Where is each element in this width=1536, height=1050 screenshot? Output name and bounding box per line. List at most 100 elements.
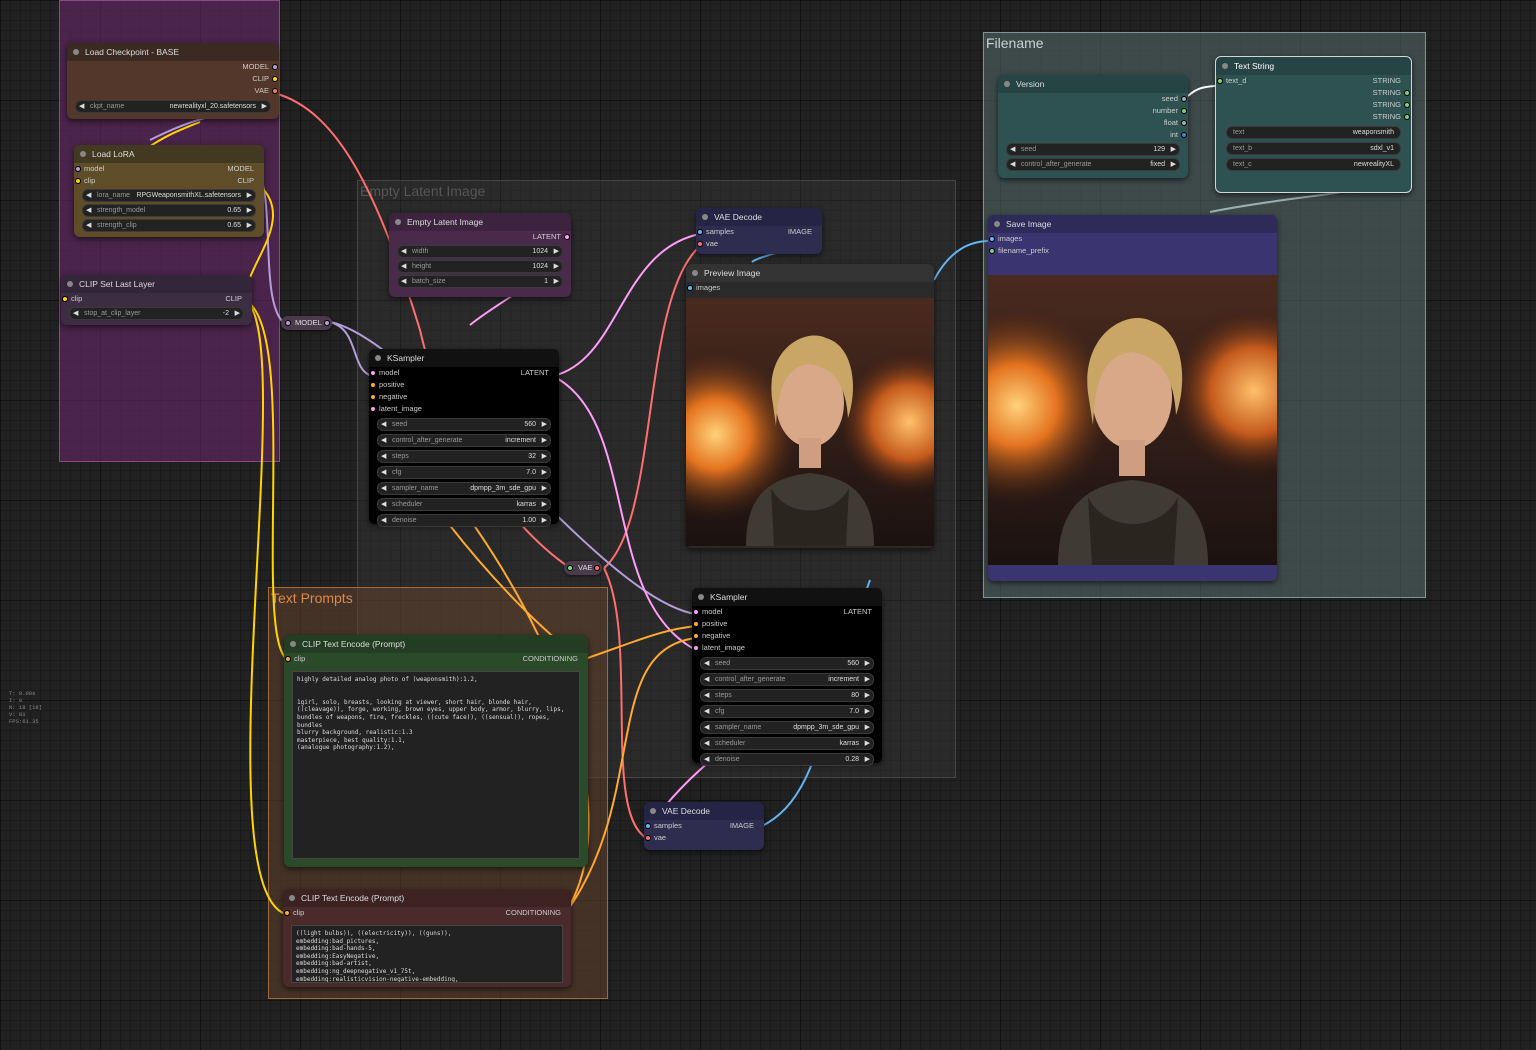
collapse-dot-icon[interactable]: [650, 808, 656, 814]
reroute-vae[interactable]: VAE: [564, 561, 603, 575]
widget-steps[interactable]: ◀ steps 80 ▶: [700, 689, 874, 702]
output-number[interactable]: number: [998, 105, 1188, 117]
io-row-clip[interactable]: clip CONDITIONING: [284, 653, 588, 665]
output-socket-icon[interactable]: [564, 234, 570, 240]
io-row-text-d[interactable]: text_d STRING: [1216, 75, 1411, 87]
node-load-lora[interactable]: Load LoRA model MODEL clip CLIP ◀ lora_na…: [74, 145, 264, 237]
output-model[interactable]: MODEL: [67, 61, 279, 73]
output-socket-icon[interactable]: [370, 370, 376, 376]
output-socket-icon[interactable]: [284, 910, 290, 916]
arrow-right-icon[interactable]: ▶: [865, 658, 870, 669]
node-title[interactable]: Preview Image: [686, 264, 934, 282]
widget-text-c[interactable]: text_c newrealityXL: [1226, 158, 1401, 171]
input-filename-prefix[interactable]: filename_prefix: [988, 245, 1277, 257]
node-title[interactable]: CLIP Text Encode (Prompt): [284, 635, 588, 653]
output-socket-icon[interactable]: [1181, 96, 1187, 102]
output-socket-icon[interactable]: [62, 296, 68, 302]
widget-height[interactable]: ◀ height 1024 ▶: [397, 260, 563, 273]
arrow-left-icon[interactable]: ◀: [381, 419, 386, 430]
node-save-image[interactable]: Save Image images filename_prefix: [988, 215, 1277, 581]
output-socket-icon[interactable]: [1404, 114, 1410, 120]
node-title[interactable]: Load Checkpoint - BASE: [67, 43, 279, 61]
arrow-left-icon[interactable]: ◀: [86, 220, 91, 231]
input-images[interactable]: images: [988, 233, 1277, 245]
input-socket-icon[interactable]: [693, 621, 699, 627]
io-row-samples[interactable]: samples IMAGE: [696, 226, 822, 238]
output-socket-icon[interactable]: [272, 64, 278, 70]
input-negative[interactable]: negative: [692, 630, 882, 642]
widget-steps[interactable]: ◀ steps 32 ▶: [377, 450, 551, 463]
input-negative[interactable]: negative: [369, 391, 559, 403]
arrow-right-icon[interactable]: ▶: [865, 754, 870, 765]
widget-ckpt-name[interactable]: ◀ ckpt_name newrealityxl_20.safetensors …: [75, 100, 271, 113]
arrow-left-icon[interactable]: ◀: [401, 246, 406, 257]
widget-seed[interactable]: ◀ seed 129 ▶: [1006, 143, 1180, 156]
input-socket-icon[interactable]: [693, 633, 699, 639]
arrow-right-icon[interactable]: ▶: [865, 738, 870, 749]
output-socket-icon[interactable]: [272, 88, 278, 94]
widget-control-after-generate[interactable]: ◀ control_after_generate increment ▶: [377, 434, 551, 447]
arrow-right-icon[interactable]: ▶: [247, 205, 252, 216]
output-socket-icon[interactable]: [323, 320, 330, 326]
output-socket-icon[interactable]: [75, 178, 81, 184]
input-socket-icon[interactable]: [645, 835, 651, 841]
output-float[interactable]: float: [998, 117, 1188, 129]
input-positive[interactable]: positive: [369, 379, 559, 391]
arrow-right-icon[interactable]: ▶: [542, 451, 547, 462]
arrow-left-icon[interactable]: ◀: [704, 738, 709, 749]
output-socket-icon[interactable]: [594, 565, 601, 571]
arrow-left-icon[interactable]: ◀: [381, 499, 386, 510]
arrow-right-icon[interactable]: ▶: [235, 308, 240, 319]
input-vae[interactable]: vae: [696, 238, 822, 250]
collapse-dot-icon[interactable]: [994, 221, 1000, 227]
widget-denoise[interactable]: ◀ denoise 1.00 ▶: [377, 514, 551, 527]
node-title[interactable]: Empty Latent Image: [389, 213, 571, 231]
arrow-left-icon[interactable]: ◀: [704, 722, 709, 733]
arrow-right-icon[interactable]: ▶: [554, 246, 559, 257]
widget-lora-name[interactable]: ◀ lora_name RPGWeaponsmithXL.safetensors ▶: [82, 189, 256, 202]
output-socket-icon[interactable]: [75, 166, 81, 172]
io-row-model[interactable]: model LATENT: [369, 367, 559, 379]
node-title[interactable]: Save Image: [988, 215, 1277, 233]
input-socket-icon[interactable]: [697, 241, 703, 247]
io-row-samples[interactable]: samples IMAGE: [644, 820, 764, 832]
arrow-right-icon[interactable]: ▶: [865, 690, 870, 701]
widget-cfg[interactable]: ◀ cfg 7.0 ▶: [700, 705, 874, 718]
output-socket-icon[interactable]: [645, 823, 651, 829]
output-string-2[interactable]: STRING: [1216, 87, 1411, 99]
arrow-right-icon[interactable]: ▶: [1171, 159, 1176, 170]
arrow-left-icon[interactable]: ◀: [704, 690, 709, 701]
widget-text-b[interactable]: text_b sdxl_v1: [1226, 142, 1401, 155]
input-vae[interactable]: vae: [644, 832, 764, 844]
input-socket-icon[interactable]: [693, 645, 699, 651]
reroute-model[interactable]: MODEL: [281, 316, 332, 330]
input-socket-icon[interactable]: [687, 285, 693, 291]
widget-sampler-name[interactable]: ◀ sampler_name dpmpp_3m_sde_gpu ▶: [377, 482, 551, 495]
arrow-left-icon[interactable]: ◀: [86, 190, 91, 201]
arrow-right-icon[interactable]: ▶: [542, 515, 547, 526]
collapse-dot-icon[interactable]: [395, 219, 401, 225]
widget-strength-model[interactable]: ◀ strength_model 0.65 ▶: [82, 204, 256, 217]
collapse-dot-icon[interactable]: [698, 594, 704, 600]
arrow-left-icon[interactable]: ◀: [381, 467, 386, 478]
arrow-left-icon[interactable]: ◀: [381, 515, 386, 526]
arrow-left-icon[interactable]: ◀: [704, 658, 709, 669]
arrow-left-icon[interactable]: ◀: [79, 101, 84, 112]
arrow-left-icon[interactable]: ◀: [401, 276, 406, 287]
widget-width[interactable]: ◀ width 1024 ▶: [397, 245, 563, 258]
widget-denoise[interactable]: ◀ denoise 0.28 ▶: [700, 753, 874, 766]
widget-text[interactable]: text weaponsmith: [1226, 126, 1401, 139]
arrow-left-icon[interactable]: ◀: [86, 205, 91, 216]
arrow-left-icon[interactable]: ◀: [1010, 144, 1015, 155]
input-socket-icon[interactable]: [370, 394, 376, 400]
node-vae-decode-2[interactable]: VAE Decode samples IMAGE vae: [644, 802, 764, 850]
arrow-left-icon[interactable]: ◀: [73, 308, 78, 319]
node-title[interactable]: Text String: [1216, 57, 1411, 75]
node-vae-decode-1[interactable]: VAE Decode samples IMAGE vae: [696, 208, 822, 254]
widget-cfg[interactable]: ◀ cfg 7.0 ▶: [377, 466, 551, 479]
io-row-clip[interactable]: clip CLIP: [61, 293, 252, 305]
output-socket-icon[interactable]: [1404, 102, 1410, 108]
widget-scheduler[interactable]: ◀ scheduler karras ▶: [377, 498, 551, 511]
prompt-textarea[interactable]: highly detailed analog photo of (weapons…: [292, 671, 580, 859]
io-row-clip[interactable]: clip CONDITIONING: [283, 907, 571, 919]
